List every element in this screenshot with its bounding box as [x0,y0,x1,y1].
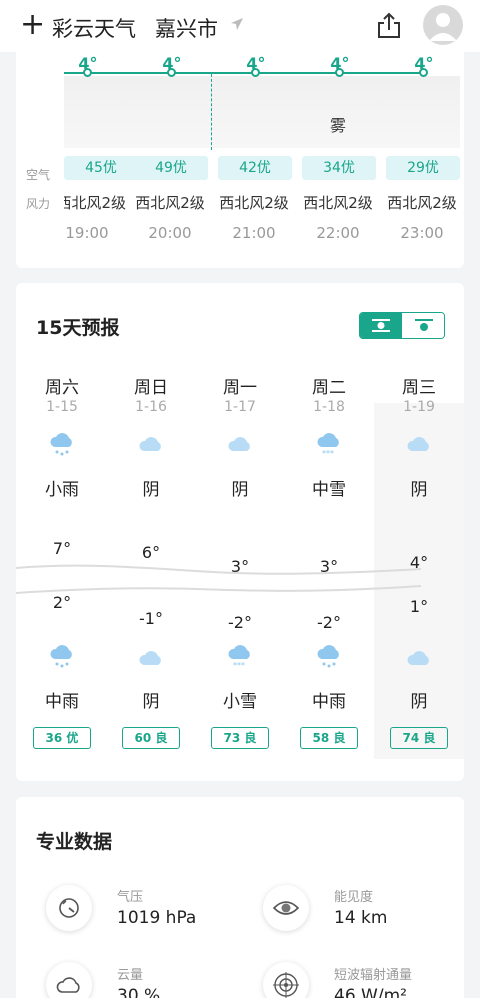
forecast-aqi-badge: 58 良 [300,727,358,749]
hour-time: 19:00 [65,224,109,242]
snow-cloud-icon: *** [195,643,285,669]
temp-dot [335,68,344,77]
temp-dot [419,68,428,77]
forecast-date: 1-16 [135,399,167,415]
forecast-day-condition: 阴 [410,480,428,500]
forecast-date: 1-17 [224,399,256,415]
hourly-card: 4° 4° 4° 4° 4° 雾 空气 风力 45优 49优 42优 34优 2… [16,52,464,268]
hour-aqi-chip: 34优 [302,156,376,180]
list-view-icon [415,319,433,331]
forecast-night-condition: 小雪 [223,692,257,712]
visibility-value: 14 km [334,908,388,928]
svg-text:***: *** [233,661,245,669]
forecast-date: 1-15 [46,399,78,415]
forecast-aqi-badge: 74 良 [390,727,448,749]
temp-dot [251,68,260,77]
radiation-value: 46 W/m² [334,986,407,998]
pressure-label: 气压 [117,890,144,905]
forecast-weekday: 周六 [45,378,79,398]
forecast-night-condition: 中雨 [312,692,346,712]
forecast-night-condition: 阴 [410,692,428,712]
cloud-icon [106,433,196,453]
air-label: 空气 [26,168,51,182]
forecast-weekday: 周一 [223,378,257,398]
hour-aqi-chip: 49优 [134,156,208,180]
snow-cloud-icon: *** [284,431,374,457]
pro-data-card: 专业数据 气压 1019 hPa 能见度 14 km 云量 30 % 短波辐射通… [16,797,464,998]
forecast-aqi-badge: 60 良 [122,727,180,749]
pressure-value: 1019 hPa [117,908,197,928]
hour-time: 20:00 [148,224,192,242]
forecast-weekday: 周日 [134,378,168,398]
eye-icon [263,885,309,931]
list-view-button[interactable] [402,313,444,338]
forecast-weekday: 周二 [312,378,346,398]
temp-dot [83,68,92,77]
forecast-date: 1-19 [403,399,435,415]
hour-time: 21:00 [232,224,276,242]
rain-cloud-icon [284,643,374,669]
cloud-icon [374,433,464,453]
now-divider [211,74,212,150]
share-icon[interactable] [376,12,402,44]
pro-data-title: 专业数据 [36,831,113,853]
cloud-outline-icon [46,962,92,998]
city-name[interactable]: 嘉兴市 [155,13,218,43]
forecast-weekday: 周三 [402,378,436,398]
app-title: 彩云天气 [52,17,136,41]
hourly-condition: 雾 [330,116,347,135]
hour-wind: 西北风2级 [135,194,205,212]
radiation-icon [263,962,309,998]
hour-aqi-chip: 42优 [218,156,292,180]
rain-cloud-icon [17,643,107,669]
cloud-icon [374,647,464,667]
hour-aqi-chip: 45优 [64,156,138,180]
wind-label: 风力 [26,197,51,211]
forecast-day-condition: 阴 [142,480,160,500]
hour-time: 23:00 [400,224,444,242]
forecast-view-toggle[interactable] [359,312,445,339]
curve-view-button[interactable] [360,313,402,338]
fog-band [64,76,460,148]
add-city-button[interactable]: + [20,10,45,40]
visibility-label: 能见度 [334,890,374,905]
forecast-aqi-badge: 36 优 [33,727,91,749]
forecast-date: 1-18 [313,399,345,415]
svg-text:***: *** [322,449,334,457]
rain-cloud-icon [17,431,107,457]
forecast-title: 15天预报 [36,317,120,339]
forecast-day-condition: 阴 [231,480,249,500]
forecast-aqi-badge: 73 良 [211,727,269,749]
hour-aqi-chip: 29优 [386,156,460,180]
hour-wind: 西北风2级 [219,194,289,212]
user-avatar[interactable] [423,5,463,45]
cloud-icon [106,647,196,667]
app-header: + 彩云天气 嘉兴市 [0,0,480,52]
forecast-low: -2° [317,613,341,632]
forecast-day-condition: 小雨 [45,480,79,500]
hour-wind: 西北风2级 [303,194,373,212]
forecast-card: 15天预报 周六 1-15 小雨 7° 2° 中雨 36 优 周日 1-16 阴… [16,283,464,781]
temp-dot [167,68,176,77]
forecast-day-condition: 中雪 [312,480,346,500]
gauge-icon [46,885,92,931]
cloud-cover-value: 30 % [117,986,161,998]
radiation-label: 短波辐射通量 [334,968,413,983]
forecast-night-condition: 阴 [142,692,160,712]
cloud-icon [195,433,285,453]
curve-view-icon [372,319,390,332]
cloud-cover-label: 云量 [117,968,144,983]
location-arrow-icon [230,16,244,35]
hour-wind: 西北风2级 [64,194,126,212]
hour-time: 22:00 [316,224,360,242]
forecast-night-condition: 中雨 [45,692,79,712]
forecast-low: -2° [228,613,252,632]
hour-wind: 西北风2级 [387,194,457,212]
temperature-curves [16,564,422,594]
